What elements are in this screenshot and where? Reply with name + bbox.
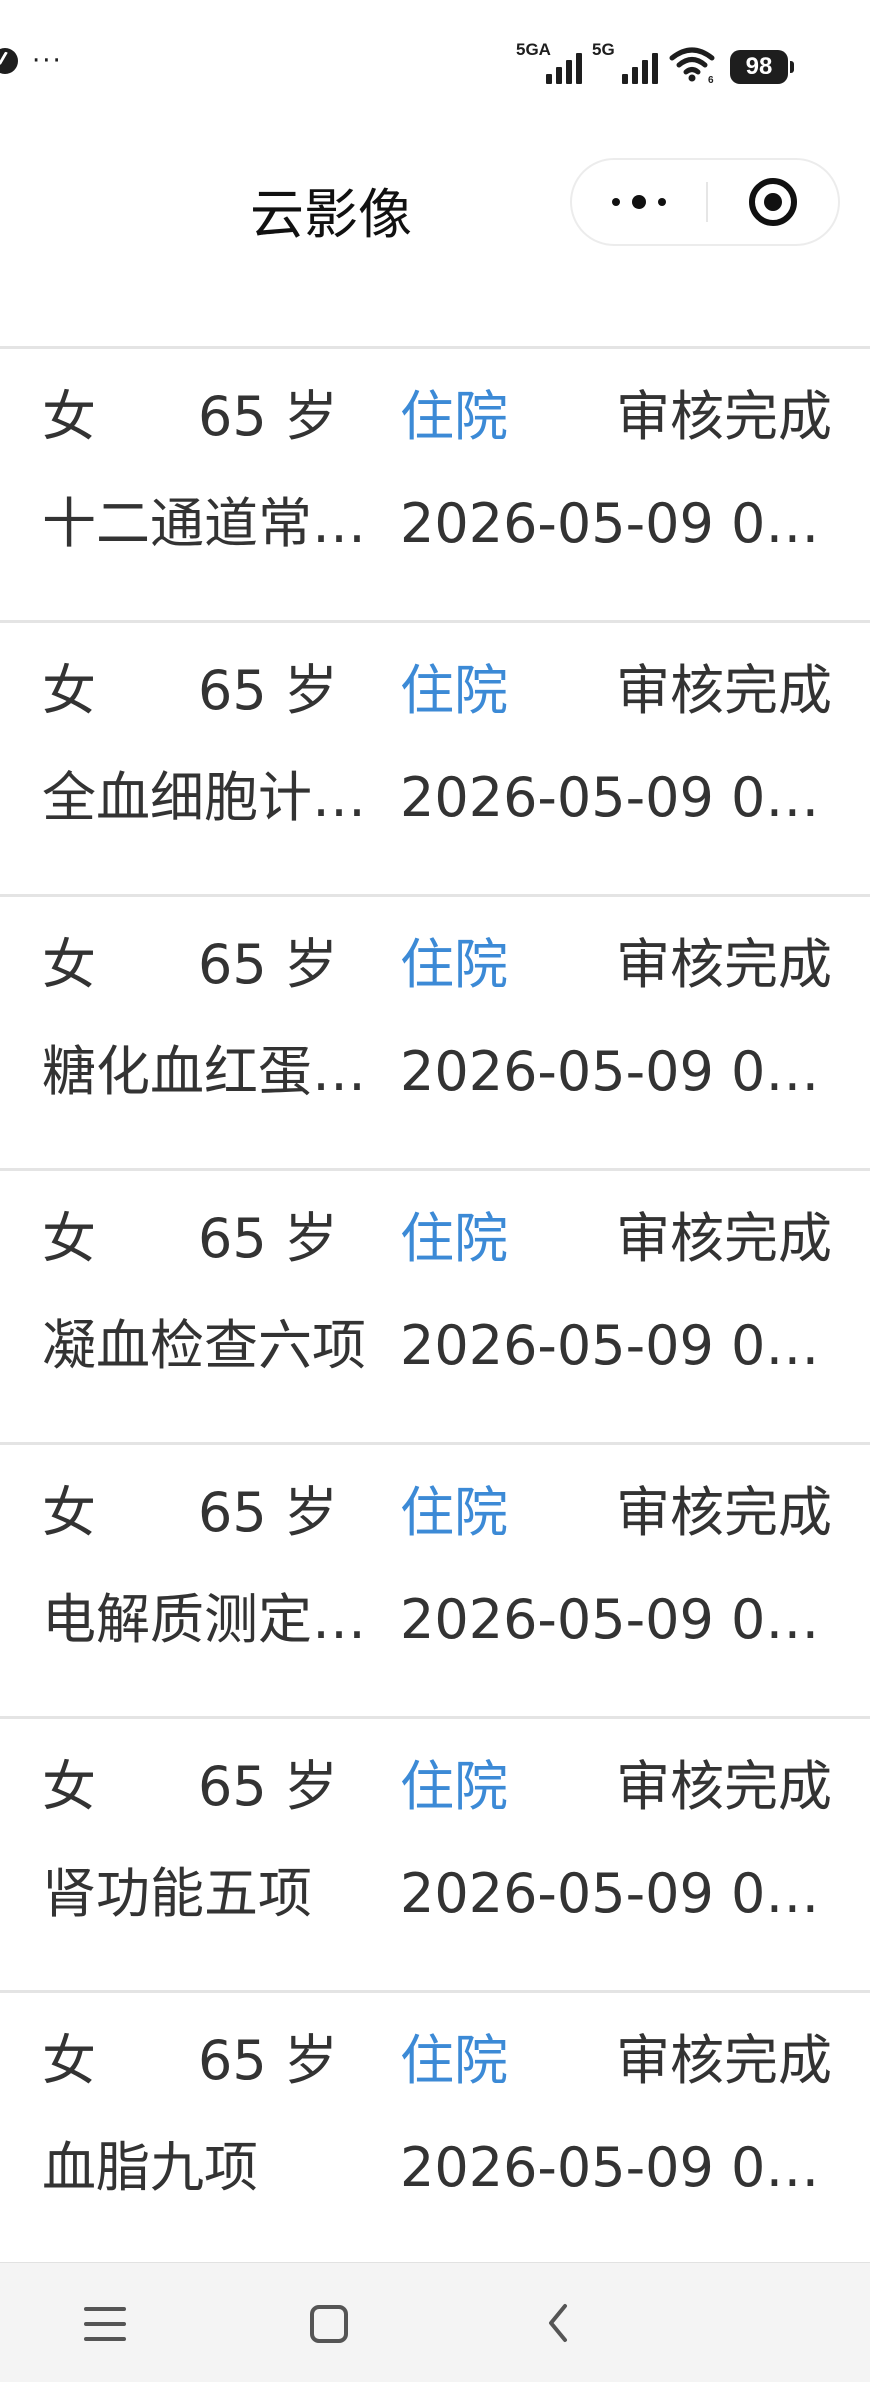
patient-gender: 女 [42,659,96,722]
status-right: 5GA 5G 6 98 [516,40,794,84]
page-title: 云影像 [250,183,412,246]
patient-age: 65 岁 [198,1755,338,1818]
signal-bars-2 [622,53,658,84]
report-status: 审核完成 [616,933,832,996]
report-status: 审核完成 [616,1755,832,1818]
battery-icon: 98 [730,50,794,84]
patient-gender: 女 [42,1481,96,1544]
patient-age: 65 岁 [198,1481,338,1544]
visit-type: 住院 [400,1755,508,1818]
report-date: 2026-05-09 0… [400,766,820,829]
svg-text:6: 6 [708,75,714,84]
test-item-name: 电解质测定… [42,1588,364,1651]
signal-bars-1 [546,53,582,84]
test-item-name: 糖化血红蛋… [42,1040,364,1103]
menu-icon[interactable] [84,2307,126,2341]
battery-level: 98 [730,50,788,84]
patient-gender: 女 [42,933,96,996]
patient-gender: 女 [42,2029,96,2092]
list-item[interactable]: 女 65 岁 住院 审核完成 肾功能五项 2026-05-09 0… [0,1716,870,1990]
test-item-name: 全血细胞计… [42,766,364,829]
report-status: 审核完成 [616,385,832,448]
report-status: 审核完成 [616,659,832,722]
wifi-icon: 6 [669,47,715,84]
patient-gender: 女 [42,385,96,448]
report-date: 2026-05-09 0… [400,1040,820,1103]
list-item[interactable]: 女 65 岁 住院 审核完成 糖化血红蛋… 2026-05-09 0… [0,894,870,1168]
visit-type: 住院 [400,1207,508,1270]
signal-5ga-icon: 5GA [516,40,582,84]
visit-type: 住院 [400,2029,508,2092]
system-navigation-bar [0,2262,870,2382]
report-date: 2026-05-09 0… [400,1314,820,1377]
report-list: 女 65 岁 住院 审核完成 十二通道常… 2026-05-09 0… 女 65… [0,346,870,2264]
miniprogram-capsule [570,158,840,246]
test-item-name: 十二通道常… [42,492,364,555]
visit-type: 住院 [400,933,508,996]
report-date: 2026-05-09 0… [400,1588,820,1651]
report-status: 审核完成 [616,1207,832,1270]
status-left: ··· [0,48,63,74]
signal-5g-label: 5G [592,40,615,59]
patient-age: 65 岁 [198,659,338,722]
test-item-name: 凝血检查六项 [42,1314,364,1377]
report-status: 审核完成 [616,2029,832,2092]
visit-type: 住院 [400,659,508,722]
patient-age: 65 岁 [198,385,338,448]
status-more-indicator: ··· [32,46,63,76]
report-status: 审核完成 [616,1481,832,1544]
list-item[interactable]: 女 65 岁 住院 审核完成 凝血检查六项 2026-05-09 0… [0,1168,870,1442]
test-item-name: 血脂九项 [42,2136,258,2199]
report-date: 2026-05-09 0… [400,2136,820,2199]
list-item[interactable]: 女 65 岁 住院 审核完成 十二通道常… 2026-05-09 0… [0,346,870,620]
patient-gender: 女 [42,1207,96,1270]
report-date: 2026-05-09 0… [400,492,820,555]
home-square-icon[interactable] [310,2305,348,2343]
target-circle-icon[interactable] [706,160,840,244]
status-bar: ··· 5GA 5G 6 98 [0,0,870,120]
app-notification-icon [0,48,18,74]
list-item[interactable]: 女 65 岁 住院 审核完成 全血细胞计… 2026-05-09 0… [0,620,870,894]
navigation-bar: 云影像 [0,120,870,348]
back-chevron-icon[interactable] [548,2303,568,2343]
more-dots-icon[interactable] [572,160,706,244]
patient-age: 65 岁 [198,2029,338,2092]
signal-5g-icon: 5G [592,40,658,84]
visit-type: 住院 [400,1481,508,1544]
report-date: 2026-05-09 0… [400,1862,820,1925]
patient-age: 65 岁 [198,1207,338,1270]
patient-age: 65 岁 [198,933,338,996]
patient-gender: 女 [42,1755,96,1818]
visit-type: 住院 [400,385,508,448]
list-item[interactable]: 女 65 岁 住院 审核完成 电解质测定… 2026-05-09 0… [0,1442,870,1716]
test-item-name: 肾功能五项 [42,1862,312,1925]
list-item[interactable]: 女 65 岁 住院 审核完成 血脂九项 2026-05-09 0… [0,1990,870,2264]
